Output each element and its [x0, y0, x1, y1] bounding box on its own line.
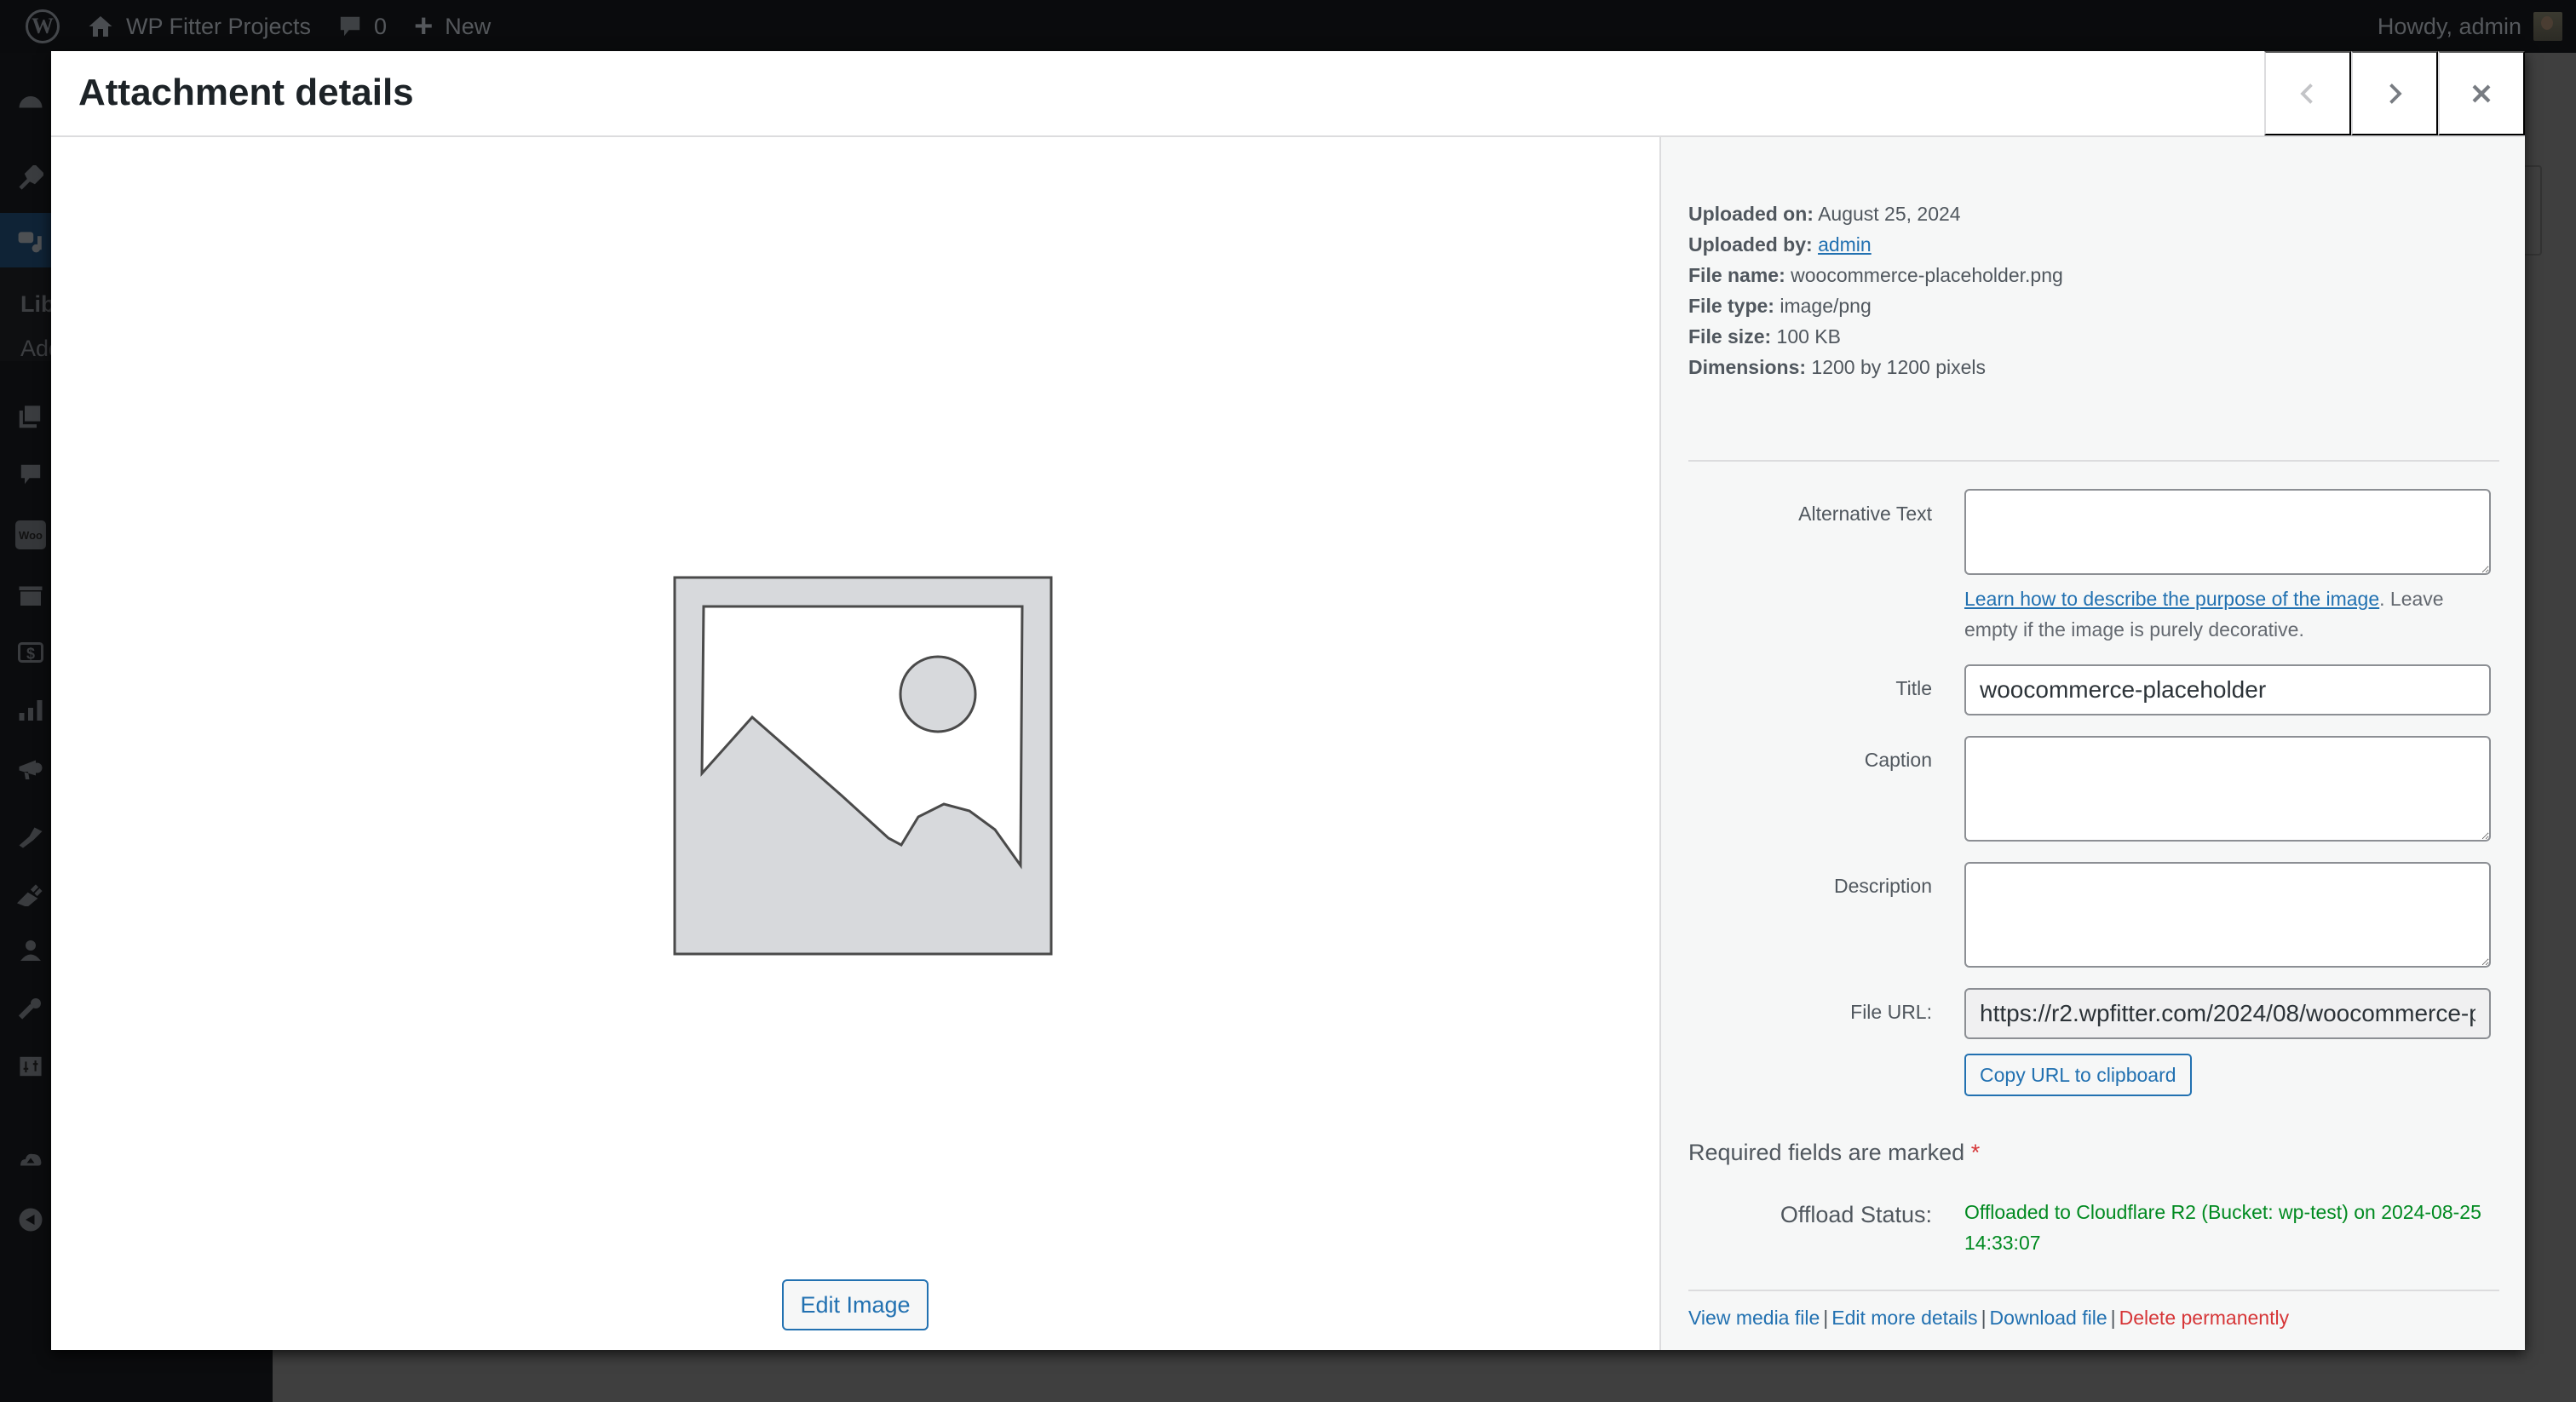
previous-attachment-button[interactable] [2264, 51, 2351, 135]
home-icon [89, 16, 112, 37]
edit-image-button[interactable]: Edit Image [782, 1279, 929, 1330]
title-input[interactable] [1964, 664, 2491, 715]
products-icon[interactable] [15, 581, 46, 610]
title-label: Title [1895, 677, 1932, 699]
offload-status-value: Offloaded to Cloudflare R2 (Bucket: wp-t… [1964, 1201, 2481, 1254]
tools-icon[interactable] [15, 994, 46, 1023]
new-content-link[interactable]: + New [400, 0, 504, 53]
avatar [2533, 12, 2562, 41]
description-label: Description [1833, 875, 1932, 897]
required-fields-note: Required fields are marked * [1688, 1140, 1980, 1166]
file-size-value: 100 KB [1776, 325, 1841, 348]
uploaded-by-label: Uploaded by: [1688, 233, 1813, 256]
comments-count: 0 [374, 13, 388, 39]
required-star: * [1970, 1140, 1981, 1165]
next-attachment-button[interactable] [2351, 51, 2438, 135]
modal-header: Attachment details [51, 51, 2525, 137]
delete-permanently-link[interactable]: Delete permanently [2119, 1307, 2289, 1329]
plus-icon: + [414, 9, 434, 44]
attachment-actions: View media file | Edit more details | Downlo… [1688, 1307, 2289, 1330]
settings-icon[interactable] [15, 1052, 46, 1081]
comments-icon[interactable] [15, 460, 46, 489]
alt-text-help: Learn how to describe the purpose of the… [1964, 583, 2493, 645]
users-icon[interactable] [15, 936, 46, 965]
svg-text:$: $ [26, 646, 35, 663]
admin-bar: W WP Fitter Projects 0 + New Howdy, admi… [0, 0, 2576, 53]
file-name-label: File name: [1688, 264, 1785, 286]
submenu-item-library[interactable]: Lib [20, 291, 55, 318]
comments-link[interactable]: 0 [325, 0, 400, 53]
collapse-menu-icon[interactable] [15, 1205, 46, 1234]
offload-status-label: Offload Status: [1780, 1202, 1932, 1227]
divider [1688, 460, 2499, 462]
plugins-icon[interactable] [15, 879, 46, 908]
attachment-info-panel: Uploaded on: August 25, 2024 Uploaded by… [1659, 137, 2525, 1350]
file-details: Uploaded on: August 25, 2024 Uploaded by… [1688, 198, 2063, 382]
comment-icon [340, 16, 360, 37]
marketing-icon[interactable] [15, 755, 46, 784]
uploaded-by-link[interactable]: admin [1818, 233, 1872, 256]
site-name-link[interactable]: WP Fitter Projects [73, 0, 325, 53]
caption-label: Caption [1864, 749, 1932, 771]
file-size-label: File size: [1688, 325, 1772, 348]
dashboard-icon[interactable] [15, 87, 46, 116]
file-type-row: File type: image/png [1688, 290, 2063, 321]
attachment-media-view: Edit Image [51, 137, 1659, 1350]
placeholder-image [673, 576, 1053, 956]
file-size-row: File size: 100 KB [1688, 321, 2063, 352]
caption-input[interactable] [1964, 736, 2491, 842]
file-name-value: woocommerce-placeholder.png [1791, 264, 2063, 286]
dimensions-label: Dimensions: [1688, 356, 1807, 378]
media-icon[interactable] [15, 226, 46, 255]
separator: | [2110, 1307, 2116, 1329]
copy-url-button[interactable]: Copy URL to clipboard [1964, 1054, 2192, 1096]
appearance-icon[interactable] [15, 822, 46, 851]
howdy-greeting: Howdy, admin [2377, 13, 2521, 39]
view-media-file-link[interactable]: View media file [1688, 1307, 1820, 1329]
edit-more-details-link[interactable]: Edit more details [1831, 1307, 1977, 1329]
dimmed-background-element [2525, 165, 2542, 256]
alt-text-label: Alternative Text [1798, 503, 1932, 525]
uploaded-by-row: Uploaded by: admin [1688, 229, 2063, 260]
alt-text-input[interactable] [1964, 489, 2491, 575]
woo-icon[interactable]: Woo [15, 520, 46, 549]
file-type-label: File type: [1688, 295, 1774, 317]
download-file-link[interactable]: Download file [1990, 1307, 2107, 1329]
file-type-value: image/png [1780, 295, 1872, 317]
divider [1688, 1290, 2499, 1291]
new-label: New [445, 13, 492, 39]
separator: | [1981, 1307, 1987, 1329]
close-icon [2472, 84, 2491, 102]
wordpress-logo-icon: W [26, 9, 60, 43]
uploaded-on-value: August 25, 2024 [1818, 203, 1961, 225]
dimensions-row: Dimensions: 1200 by 1200 pixels [1688, 352, 2063, 382]
chevron-right-icon [2389, 83, 2402, 104]
wp-logo-menu[interactable]: W [0, 0, 73, 53]
posts-icon[interactable] [15, 164, 46, 192]
dimensions-value: 1200 by 1200 pixels [1811, 356, 1987, 378]
alt-text-help-link[interactable]: Learn how to describe the purpose of the… [1964, 588, 2379, 610]
modal-title: Attachment details [78, 72, 414, 113]
attachment-details-modal: Attachment details Edit Image Uploaded o… [51, 51, 2525, 1350]
chevron-left-icon [2300, 83, 2313, 104]
uploaded-on-row: Uploaded on: August 25, 2024 [1688, 198, 2063, 229]
description-input[interactable] [1964, 862, 2491, 968]
pages-icon[interactable] [15, 402, 46, 431]
file-url-label: File URL: [1850, 1001, 1932, 1023]
my-account-menu[interactable]: Howdy, admin [2364, 0, 2576, 53]
cloud-upload-icon[interactable] [15, 1145, 46, 1174]
file-url-input[interactable] [1964, 988, 2491, 1039]
close-modal-button[interactable] [2438, 51, 2525, 135]
payments-icon[interactable]: $ [15, 638, 46, 667]
file-name-row: File name: woocommerce-placeholder.png [1688, 260, 2063, 290]
uploaded-on-label: Uploaded on: [1688, 203, 1814, 225]
analytics-icon[interactable] [15, 696, 46, 725]
required-note-text: Required fields are marked [1688, 1140, 1965, 1165]
site-name: WP Fitter Projects [126, 13, 312, 39]
separator: | [1823, 1307, 1829, 1329]
